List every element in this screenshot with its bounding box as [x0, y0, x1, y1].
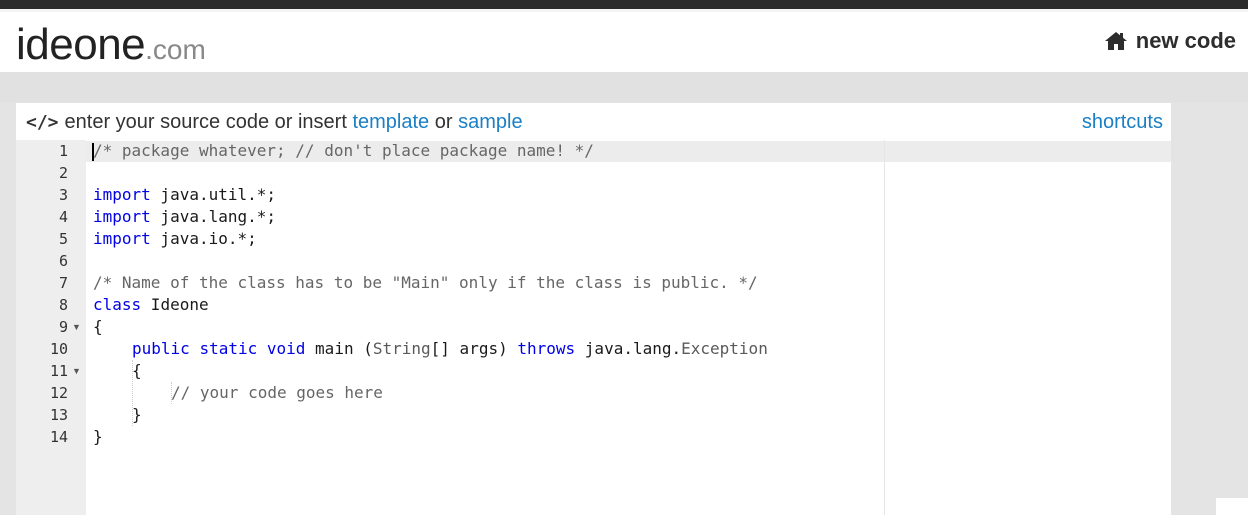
logo-tld: .com [145, 34, 206, 65]
code-line: import java.lang.*; [93, 207, 277, 226]
code-line: { [93, 317, 103, 336]
fold-arrow-icon[interactable]: ▼ [72, 360, 82, 382]
code-line: } [132, 405, 142, 424]
code-icon: </> [26, 112, 59, 133]
template-link[interactable]: template [352, 111, 429, 133]
source-panel: </> enter your source code or insert temp… [16, 103, 1171, 515]
line-number: 1 [58, 142, 68, 160]
code-editor[interactable]: 1 2 3 4 5 6 7 8 9 ▼ 10 11 ▼ 12 13 14 /* … [16, 140, 1171, 515]
code-line: import java.util.*; [93, 185, 277, 204]
line-number: 11 [49, 362, 68, 380]
logo-main: ideone [16, 20, 146, 69]
top-strip [0, 0, 1248, 12]
new-code-button[interactable]: new code [1104, 28, 1236, 54]
ideone-logo[interactable]: ideone.com [16, 20, 206, 69]
sample-link[interactable]: sample [458, 111, 522, 133]
code-line: { [132, 361, 142, 380]
line-number: 7 [58, 274, 68, 292]
code-line: // your code goes here [171, 383, 383, 402]
code-line: public static void main (String[] args) … [132, 339, 768, 358]
line-number: 5 [58, 230, 68, 248]
or-text: or [434, 111, 453, 133]
source-panel-bar: </> enter your source code or insert temp… [16, 103, 1171, 139]
prompt-text: enter your source code or insert [64, 111, 347, 133]
code-line: class Ideone [93, 295, 209, 314]
line-number: 3 [58, 186, 68, 204]
line-number: 10 [49, 340, 68, 358]
code-line: /* package whatever; // don't place pack… [93, 141, 594, 160]
line-number: 9 [58, 318, 68, 336]
shortcuts-link[interactable]: shortcuts [1082, 111, 1163, 134]
line-number: 2 [58, 164, 68, 182]
editor-gutter: 1 2 3 4 5 6 7 8 9 ▼ 10 11 ▼ 12 13 14 [16, 140, 86, 515]
home-icon [1104, 30, 1128, 52]
code-line: } [93, 427, 103, 446]
new-code-label: new code [1135, 28, 1236, 53]
code-line: /* Name of the class has to be "Main" on… [93, 273, 758, 292]
line-number: 4 [58, 208, 68, 226]
line-number: 12 [49, 384, 68, 402]
line-number: 14 [49, 428, 68, 446]
line-number: 13 [49, 406, 68, 424]
code-lines: /* package whatever; // don't place pack… [86, 140, 1171, 515]
line-number: 8 [58, 296, 68, 314]
line-number: 6 [58, 252, 68, 270]
code-line: import java.io.*; [93, 229, 257, 248]
fold-arrow-icon[interactable]: ▼ [72, 316, 82, 338]
site-header: ideone.com new code [0, 12, 1248, 72]
